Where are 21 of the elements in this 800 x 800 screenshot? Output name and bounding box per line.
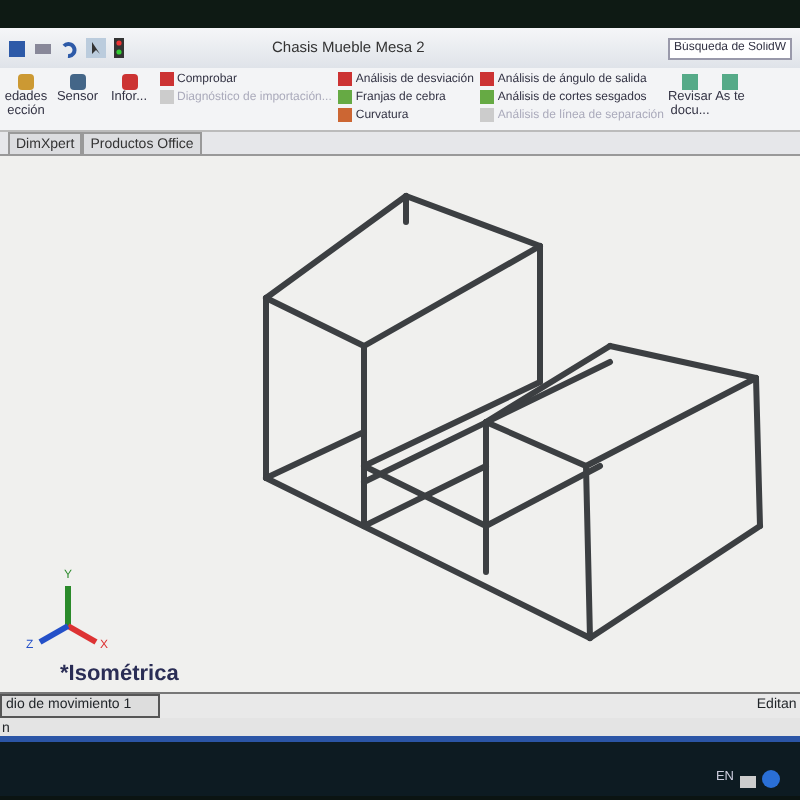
square-icon [479, 108, 494, 122]
square-icon [67, 72, 88, 92]
info-icon[interactable] [762, 770, 780, 788]
square-icon [159, 72, 173, 86]
square-icon [719, 72, 740, 92]
square-icon [479, 72, 494, 86]
axis-triad-icon[interactable] [38, 586, 98, 645]
print-icon[interactable] [34, 39, 52, 57]
traffic-light-icon[interactable] [114, 38, 124, 58]
view-name: *Isométrica [60, 659, 179, 689]
save-icon[interactable] [8, 39, 26, 57]
undo-icon[interactable] [60, 39, 78, 57]
square-icon [119, 72, 139, 92]
square-icon [679, 72, 700, 92]
square-icon [337, 72, 352, 86]
square-icon [337, 90, 352, 104]
square-icon [159, 90, 173, 104]
square-icon [337, 108, 352, 122]
square-icon [16, 72, 36, 92]
square-icon [479, 90, 494, 104]
cursor-icon[interactable] [86, 38, 106, 58]
